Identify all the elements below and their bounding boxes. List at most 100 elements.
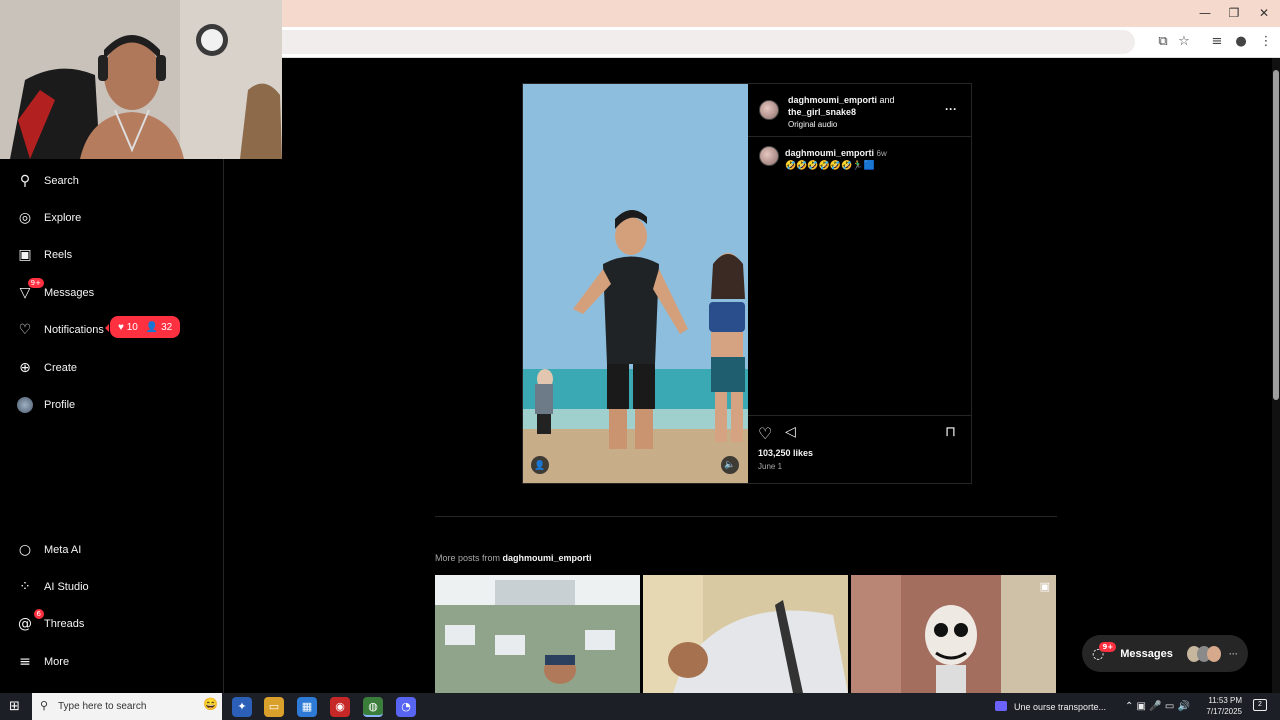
share-icon[interactable]: ◁: [785, 424, 796, 440]
more-conversations-icon: ···: [1229, 648, 1238, 659]
sidebar-item-label: Meta AI: [44, 544, 82, 556]
plus-square-icon: ⊕: [19, 360, 31, 376]
caption-username[interactable]: daghmoumi_emporti: [785, 148, 874, 158]
minimize-icon[interactable]: —: [1197, 5, 1213, 21]
bookmark-star-icon[interactable]: ☆: [1176, 34, 1192, 50]
sidebar-item-label: AI Studio: [44, 581, 89, 593]
sidebar-item-more[interactable]: ≡ More: [16, 650, 69, 674]
sidebar-item-explore[interactable]: ◎ Explore: [16, 206, 81, 230]
webcam-feed-image: [0, 0, 282, 159]
post-header-text: daghmoumi_emporti and the_girl_snake8 Or…: [788, 94, 895, 131]
more-post-thumb-2[interactable]: [643, 575, 848, 693]
clock-time[interactable]: 11:53 PM: [1206, 696, 1242, 705]
sidebar-item-label: More: [44, 656, 70, 668]
thumbnail-image: [435, 575, 640, 693]
sidebar-item-ai-studio[interactable]: ⁘ AI Studio: [16, 575, 89, 599]
thumbnail-image: [643, 575, 848, 693]
taskbar-search-box[interactable]: ⚲ Type here to search 😄: [32, 693, 222, 720]
sidebar-item-messages[interactable]: ▽ 9+ Messages: [16, 278, 95, 305]
reel-indicator-icon: ▣: [1039, 580, 1050, 593]
file-explorer-icon[interactable]: ▭: [264, 697, 284, 717]
install-app-icon[interactable]: ⧉: [1155, 34, 1171, 50]
more-posts-heading: More posts from daghmoumi_emporti: [435, 553, 592, 563]
chrome-icon[interactable]: ◍: [363, 697, 383, 717]
save-icon[interactable]: ⊓: [945, 424, 956, 440]
page-scrollbar[interactable]: [1272, 58, 1280, 693]
sidebar-item-create[interactable]: ⊕ Create: [16, 356, 77, 380]
sidebar-item-label: Threads: [44, 618, 85, 630]
likes-count-label[interactable]: 103,250 likes: [758, 448, 813, 458]
audio-label[interactable]: Original audio: [788, 120, 837, 129]
follows-count-group: 👤 32: [146, 322, 172, 333]
menu-icon: ≡: [19, 654, 31, 670]
post-date: June 1: [758, 462, 783, 471]
profile-icon[interactable]: ●: [1233, 34, 1249, 50]
windows-start-icon[interactable]: ⊞: [9, 699, 20, 714]
post-actions: ♡ ◁ ⊓ 103,250 likes June 1: [748, 415, 971, 483]
like-icon[interactable]: ♡: [758, 424, 772, 443]
heart-icon: ♡: [18, 322, 32, 338]
likes-count: 10: [126, 321, 138, 333]
maximize-icon[interactable]: ❐: [1226, 5, 1242, 21]
tagged-people-icon[interactable]: 👤: [531, 456, 549, 474]
sidebar-item-reels[interactable]: ▣ Reels: [16, 243, 72, 267]
scrollbar-thumb[interactable]: [1273, 70, 1279, 400]
sidebar-item-notifications[interactable]: ♡ Notifications: [16, 318, 104, 342]
news-widget-text[interactable]: Une ourse transporte...: [1014, 702, 1106, 712]
sidebar-item-profile[interactable]: Profile: [16, 393, 75, 417]
webcam-overlay: [0, 0, 282, 159]
thumbnail-image: [851, 575, 1056, 693]
tray-icons[interactable]: ⌃ ▣ 🎤 ▭ 🔊: [1125, 701, 1190, 712]
news-widget-icon[interactable]: [995, 701, 1007, 711]
sidebar-item-search[interactable]: ⚲ Search: [16, 169, 79, 193]
author-username[interactable]: daghmoumi_emporti: [788, 95, 877, 105]
sidebar-item-label: Profile: [44, 399, 76, 411]
sidebar-item-meta-ai[interactable]: ○ Meta AI: [16, 538, 81, 562]
caption-avatar[interactable]: [759, 146, 779, 166]
compass-icon: ◎: [18, 210, 32, 226]
messenger-icon: ◌ 9+: [1092, 641, 1117, 662]
media-controls-icon[interactable]: ≡: [1209, 34, 1225, 50]
notifications-summary-pill[interactable]: ♥ 10 👤 32: [104, 316, 181, 338]
more-posts-prefix: More posts from: [435, 553, 501, 563]
threads-icon: @6: [16, 609, 44, 633]
audio-toggle-icon[interactable]: 🔈: [721, 456, 739, 474]
sidebar-item-label: Messages: [44, 287, 95, 299]
more-post-thumb-3[interactable]: ▣: [851, 575, 1056, 693]
threads-badge: 6: [33, 609, 44, 619]
author-avatar[interactable]: [759, 100, 779, 120]
search-icon: ⚲: [19, 173, 31, 189]
person-icon: 👤: [145, 321, 159, 333]
more-post-thumb-1[interactable]: [435, 575, 640, 693]
post-options-icon[interactable]: ···: [945, 102, 957, 116]
copilot-icon[interactable]: ✦: [232, 697, 252, 717]
messages-float-button[interactable]: ◌ 9+ Messages ···: [1082, 635, 1248, 672]
windows-taskbar: ⊞ ⚲ Type here to search 😄 ✦ ▭ ▦ ◉ ◍ ◔ Un…: [0, 693, 1280, 720]
post-side-panel: daghmoumi_emporti and the_girl_snake8 Or…: [748, 84, 971, 483]
video-frame-image: [523, 84, 748, 483]
clock-date[interactable]: 7/17/2025: [1206, 707, 1242, 716]
author-connector: and: [879, 95, 895, 105]
store-icon[interactable]: ▦: [297, 697, 317, 717]
notification-center-icon[interactable]: 2: [1253, 699, 1267, 711]
search-icon: ⚲: [40, 699, 49, 712]
section-divider: [435, 516, 1057, 517]
browser-menu-icon[interactable]: ⋮: [1258, 34, 1274, 50]
post-header: daghmoumi_emporti and the_girl_snake8 Or…: [748, 84, 971, 137]
caption-text-block: daghmoumi_emporti 6w 🤣🤣🤣🤣🤣🤣🏃‍♂️🟦: [785, 148, 965, 171]
post-video[interactable]: 👤 🔈: [523, 84, 748, 483]
more-posts-user[interactable]: daghmoumi_emporti: [503, 553, 592, 563]
messages-float-label: Messages: [1120, 647, 1173, 660]
sidebar-item-threads[interactable]: @6 Threads: [16, 609, 85, 636]
app-icon[interactable]: ◉: [330, 697, 350, 717]
close-icon[interactable]: ✕: [1256, 5, 1272, 21]
messenger-icon: ▽ 9+: [16, 278, 44, 302]
coauthor-username[interactable]: the_girl_snake8: [788, 107, 856, 117]
sidebar-item-label: Create: [44, 362, 78, 374]
search-highlight-icon: 😄: [203, 697, 218, 711]
discord-icon[interactable]: ◔: [396, 697, 416, 717]
notification-count: 2: [1258, 701, 1262, 708]
messages-badge: 9+: [27, 278, 44, 288]
likes-count-group: ♥ 10: [118, 322, 138, 333]
messages-float-badge: 9+: [1099, 641, 1117, 652]
